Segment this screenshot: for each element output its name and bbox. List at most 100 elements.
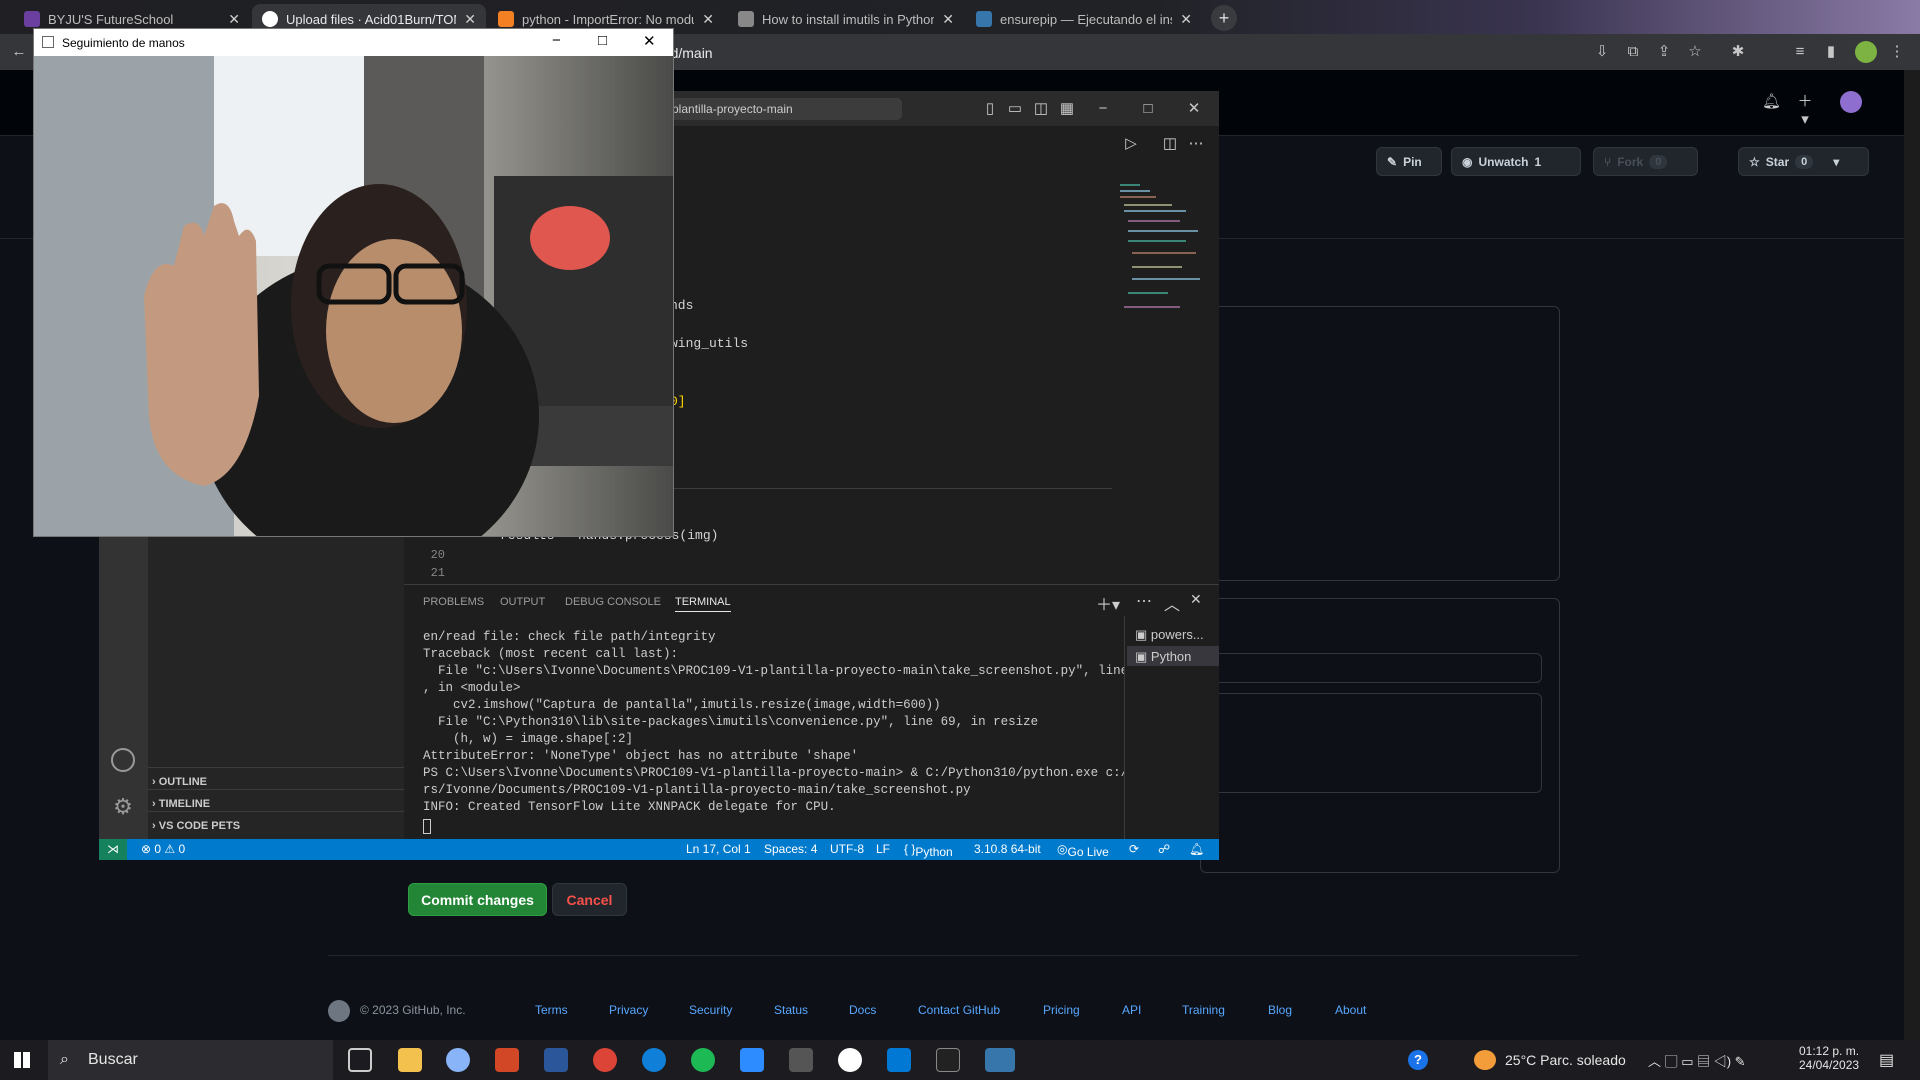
footer-link-security[interactable]: Security	[689, 1003, 732, 1017]
python-version[interactable]: 3.10.8 64-bit	[974, 842, 1041, 856]
timeline-section[interactable]: › TIMELINE	[152, 798, 210, 810]
tab-imutils[interactable]: How to install imutils in Python ✕	[728, 4, 964, 34]
app-icon[interactable]	[446, 1048, 470, 1072]
page-scrollbar[interactable]	[1904, 70, 1920, 1050]
unity-icon[interactable]	[789, 1048, 813, 1072]
fork-button[interactable]: ⑂ Fork 0	[1593, 147, 1698, 176]
windows-start-icon[interactable]	[14, 1052, 30, 1068]
clock[interactable]: 01:12 p. m. 24/04/2023	[1799, 1044, 1859, 1072]
menu-kebab-icon[interactable]: ⋮	[1888, 43, 1906, 61]
word-icon[interactable]	[544, 1048, 568, 1072]
close-icon[interactable]: ✕	[1180, 11, 1192, 28]
footer-link-terms[interactable]: Terms	[535, 1003, 568, 1017]
more-actions-icon[interactable]: ⋯	[1136, 591, 1152, 611]
task-view-icon[interactable]	[348, 1048, 372, 1072]
plus-icon[interactable]: ＋▾	[1796, 93, 1814, 128]
zoom-icon[interactable]	[740, 1048, 764, 1072]
minimize-icon[interactable]: −	[552, 32, 561, 49]
close-icon[interactable]: ✕	[702, 11, 714, 28]
sync-icon[interactable]: ⟳	[1129, 842, 1139, 856]
toggle-secondary-icon[interactable]: ◫	[1032, 100, 1050, 118]
file-explorer-icon[interactable]	[398, 1048, 422, 1072]
go-live-status[interactable]: ◎ Go Live	[1057, 842, 1109, 859]
upload-drop-zone[interactable]	[1200, 306, 1560, 581]
commit-title-input[interactable]	[1210, 653, 1542, 683]
indent-status[interactable]: Spaces: 4	[764, 842, 817, 856]
footer-link-api[interactable]: API	[1122, 1003, 1141, 1017]
maximize-icon[interactable]: □	[1139, 100, 1157, 118]
profile-avatar[interactable]	[1855, 41, 1877, 63]
gear-icon[interactable]: ⚙	[111, 795, 135, 819]
footer-link-status[interactable]: Status	[774, 1003, 808, 1017]
eol-status[interactable]: LF	[876, 842, 890, 856]
tab-ensurepip[interactable]: ensurepip — Ejecutando el insta ✕	[966, 4, 1202, 34]
commit-description-textarea[interactable]	[1210, 693, 1542, 793]
maximize-panel-icon[interactable]: ︿	[1164, 591, 1180, 615]
language-status[interactable]: { } Python	[904, 842, 953, 859]
footer-link-training[interactable]: Training	[1182, 1003, 1225, 1017]
pin-button[interactable]: ✎ Pin	[1376, 147, 1442, 176]
cursor-position[interactable]: Ln 17, Col 1	[686, 842, 751, 856]
close-icon[interactable]: ✕	[228, 11, 240, 28]
account-icon[interactable]	[111, 748, 135, 772]
edge-icon[interactable]	[642, 1048, 666, 1072]
tab-problems[interactable]: PROBLEMS	[423, 596, 484, 608]
split-editor-icon[interactable]: ◫	[1161, 135, 1179, 153]
encoding-status[interactable]: UTF-8	[830, 842, 864, 856]
system-tray-icons[interactable]: ︿ ▢ ▭ ▤ ◁) ✎	[1648, 1051, 1746, 1070]
help-icon[interactable]: ?	[1408, 1050, 1428, 1070]
close-icon[interactable]: ✕	[464, 11, 476, 28]
command-center-search[interactable]: plantilla-proyecto-main	[662, 98, 902, 120]
terminal-icon[interactable]	[936, 1048, 960, 1072]
terminal-item-powershell[interactable]: ▣ powers...	[1135, 627, 1204, 643]
new-terminal-icon[interactable]: ＋▾	[1096, 591, 1120, 615]
user-avatar[interactable]	[1840, 91, 1862, 113]
more-actions-icon[interactable]: ⋯	[1187, 135, 1205, 153]
new-tab-button[interactable]: +	[1211, 5, 1237, 31]
minimize-icon[interactable]: −	[1094, 100, 1112, 118]
tab-output[interactable]: OUTPUT	[500, 596, 545, 608]
footer-link-pricing[interactable]: Pricing	[1043, 1003, 1080, 1017]
outline-section[interactable]: › OUTLINE	[152, 776, 207, 788]
vscode-icon[interactable]	[887, 1048, 911, 1072]
run-icon[interactable]: ▷	[1122, 135, 1140, 153]
tab-terminal[interactable]: TERMINAL	[675, 596, 731, 612]
notification-center-icon[interactable]: ▤	[1879, 1050, 1894, 1070]
cancel-button[interactable]: Cancel	[552, 883, 627, 916]
footer-link-privacy[interactable]: Privacy	[609, 1003, 648, 1017]
sidepanel-icon[interactable]: ▮	[1822, 43, 1840, 61]
notifications-icon[interactable]: 🔔︎	[1189, 842, 1204, 856]
install-icon[interactable]: ⇩	[1593, 43, 1611, 61]
footer-link-contact[interactable]: Contact GitHub	[918, 1003, 1000, 1017]
url-text[interactable]: pad/main	[655, 40, 1595, 66]
bookmark-star-icon[interactable]: ☆	[1686, 43, 1704, 61]
footer-link-docs[interactable]: Docs	[849, 1003, 876, 1017]
spotify-icon[interactable]	[691, 1048, 715, 1072]
minimap[interactable]	[1120, 182, 1200, 317]
unwatch-button[interactable]: ◉ Unwatch 1	[1451, 147, 1581, 176]
maximize-icon[interactable]: □	[598, 32, 607, 49]
toggle-panel-icon[interactable]: ▭	[1006, 100, 1024, 118]
taskbar-search[interactable]: ⌕ Buscar	[48, 1040, 333, 1080]
tab-debug-console[interactable]: DEBUG CONSOLE	[565, 596, 661, 608]
vscode-pets-section[interactable]: › VS CODE PETS	[152, 820, 240, 832]
close-icon[interactable]: ✕	[643, 32, 656, 50]
extensions-icon[interactable]: ✱	[1729, 43, 1747, 61]
close-panel-icon[interactable]: ✕	[1190, 591, 1202, 608]
back-icon[interactable]: ←	[10, 43, 28, 61]
weather-text[interactable]: 25°C Parc. soleado	[1505, 1052, 1626, 1068]
footer-link-about[interactable]: About	[1335, 1003, 1366, 1017]
app-icon[interactable]	[838, 1048, 862, 1072]
bell-icon[interactable]: 🔔︎	[1762, 93, 1781, 111]
commit-changes-button[interactable]: Commit changes	[408, 883, 547, 916]
feedback-icon[interactable]: ☍	[1158, 842, 1170, 856]
chrome-icon[interactable]	[593, 1048, 617, 1072]
powerpoint-icon[interactable]	[495, 1048, 519, 1072]
share-icon[interactable]: ⇪	[1655, 43, 1673, 61]
python-icon[interactable]	[985, 1048, 1015, 1072]
remote-icon[interactable]: ⋊	[99, 839, 127, 860]
toggle-sidebar-icon[interactable]: ▯	[981, 100, 999, 118]
close-icon[interactable]: ✕	[1185, 100, 1203, 118]
media-icon[interactable]: ≡	[1791, 43, 1809, 61]
close-icon[interactable]: ✕	[942, 11, 954, 28]
